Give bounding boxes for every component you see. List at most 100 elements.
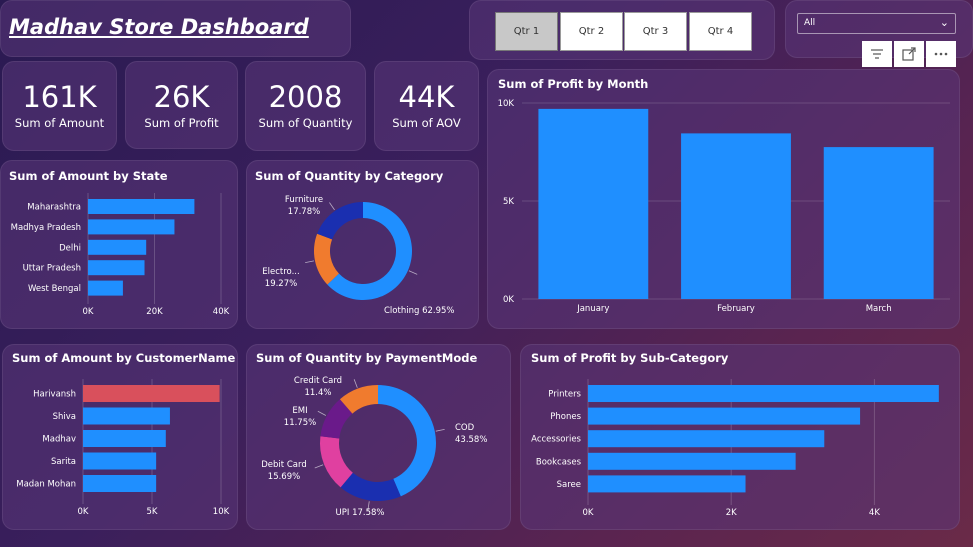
donut-slice[interactable] bbox=[314, 233, 340, 285]
bar[interactable] bbox=[83, 407, 170, 425]
quantity-by-category-card: Sum of Quantity by Category Furniture 17.… bbox=[246, 160, 479, 329]
bar[interactable] bbox=[88, 260, 145, 276]
slice-label: Debit Card bbox=[261, 460, 306, 470]
y-tick-label: 10K bbox=[498, 99, 515, 109]
bar[interactable] bbox=[588, 475, 746, 493]
dashboard-title: Madhav Store Dashboard bbox=[9, 15, 309, 39]
kpi-label: Sum of Amount bbox=[14, 116, 105, 130]
filter-icon[interactable] bbox=[862, 41, 892, 67]
leader-line bbox=[305, 260, 315, 264]
qtr-2-button[interactable]: Qtr 2 bbox=[560, 12, 623, 51]
category-label: Madhya Pradesh bbox=[11, 223, 81, 233]
kpi-card-quantity: 2008 Sum of Quantity bbox=[245, 61, 366, 151]
slice-percent: 43.58% bbox=[455, 435, 487, 445]
kpi-card-aov: 44K Sum of AOV bbox=[374, 61, 479, 151]
category-label: January bbox=[576, 304, 609, 314]
bar[interactable] bbox=[83, 385, 220, 402]
x-tick-label: 0K bbox=[78, 507, 89, 517]
slicer-value: All bbox=[804, 18, 816, 28]
quantity-by-category-chart: Furniture 17.78% Electro... 19.27% Clothing … bbox=[262, 195, 454, 316]
bar[interactable] bbox=[588, 407, 861, 425]
y-tick-label: 5K bbox=[503, 197, 514, 207]
bar[interactable] bbox=[588, 452, 796, 470]
bar[interactable] bbox=[538, 108, 649, 299]
category-label: Harivansh bbox=[33, 390, 76, 400]
slice-label: Electro... bbox=[262, 267, 299, 277]
quarter-slicer: Qtr 1 Qtr 2 Qtr 3 Qtr 4 bbox=[469, 0, 775, 60]
kpi-label: Sum of Quantity bbox=[258, 116, 353, 130]
leader-line bbox=[353, 379, 358, 388]
category-label: Sarita bbox=[51, 457, 76, 467]
category-label: Accessories bbox=[531, 435, 581, 445]
slice-percent: 11.75% bbox=[284, 418, 316, 428]
bar[interactable] bbox=[83, 430, 166, 447]
bar[interactable] bbox=[88, 199, 195, 214]
category-label: Phones bbox=[550, 412, 581, 422]
bar[interactable] bbox=[88, 239, 147, 255]
leader-line bbox=[329, 202, 335, 211]
donut-slice[interactable] bbox=[317, 202, 363, 240]
bar[interactable] bbox=[588, 430, 825, 448]
quantity-by-payment-chart: COD 43.58% UPI 17.58% Debit Card 15.69% EMI 11… bbox=[261, 376, 487, 518]
qtr-3-button[interactable]: Qtr 3 bbox=[624, 12, 687, 51]
category-label: Madhav bbox=[42, 435, 76, 445]
more-options-icon[interactable] bbox=[926, 41, 956, 67]
category-label: Uttar Pradesh bbox=[23, 264, 81, 274]
kpi-value: 26K bbox=[153, 80, 210, 114]
profit-by-subcategory-card: Sum of Profit by Sub-Category 0K 2K 4K Prin… bbox=[520, 344, 960, 530]
x-tick-label: 20K bbox=[146, 307, 163, 317]
amount-by-state-card: Sum of Amount by State 0K 20K 40K Maharasht… bbox=[0, 160, 238, 329]
slice-label: COD bbox=[455, 423, 475, 433]
x-tick-label: 2K bbox=[726, 508, 737, 518]
bar[interactable] bbox=[88, 219, 175, 235]
slice-label: UPI 17.58% bbox=[336, 508, 385, 518]
slice-percent: 11.4% bbox=[304, 388, 331, 398]
title-card: Madhav Store Dashboard bbox=[0, 0, 351, 57]
category-label: Printers bbox=[548, 390, 581, 400]
slice-label: Credit Card bbox=[294, 376, 342, 386]
kpi-label: Sum of Profit bbox=[144, 116, 219, 130]
qtr-4-button[interactable]: Qtr 4 bbox=[689, 12, 752, 51]
profit-by-month-chart: 0K 5K 10K January February March bbox=[498, 99, 950, 314]
profit-by-month-card: Sum of Profit by Month 0K 5K 10K January Feb… bbox=[487, 69, 960, 329]
slice-label: EMI bbox=[292, 406, 307, 416]
amount-by-customer-chart: 0K 5K 10K Harivansh Shiva Madhav Sarita Madan M… bbox=[16, 379, 230, 517]
bar[interactable] bbox=[88, 280, 123, 296]
slice-label: Furniture bbox=[285, 195, 323, 205]
x-tick-label: 10K bbox=[213, 507, 230, 517]
x-tick-label: 0K bbox=[583, 508, 594, 518]
qtr-1-button[interactable]: Qtr 1 bbox=[495, 12, 558, 51]
profit-by-subcategory-chart: 0K 2K 4K Printers Phones Accessories Bookcases… bbox=[531, 379, 939, 518]
bar[interactable] bbox=[681, 133, 791, 299]
slicer-dropdown[interactable]: All ⌄ bbox=[797, 13, 956, 34]
donut-slice[interactable] bbox=[378, 385, 436, 497]
slice-percent: 15.69% bbox=[268, 472, 300, 482]
category-label: Saree bbox=[557, 480, 581, 490]
x-tick-label: 0K bbox=[83, 307, 94, 317]
kpi-card-profit: 26K Sum of Profit bbox=[125, 61, 238, 149]
visual-header-toolbar bbox=[862, 41, 958, 67]
x-tick-label: 5K bbox=[147, 507, 158, 517]
bar[interactable] bbox=[823, 147, 934, 299]
category-label: Madan Mohan bbox=[16, 480, 76, 490]
focus-mode-icon[interactable] bbox=[894, 41, 924, 67]
leader-line bbox=[314, 464, 324, 469]
category-label: Shiva bbox=[53, 412, 76, 422]
kpi-value: 161K bbox=[22, 80, 97, 114]
y-tick-label: 0K bbox=[503, 295, 514, 305]
x-tick-label: 40K bbox=[213, 307, 230, 317]
category-label: March bbox=[866, 304, 892, 314]
kpi-label: Sum of AOV bbox=[392, 116, 461, 130]
category-label: February bbox=[717, 304, 755, 314]
category-label: Maharashtra bbox=[27, 203, 81, 213]
leader-line bbox=[435, 428, 445, 432]
chevron-down-icon: ⌄ bbox=[939, 16, 949, 29]
donut-slice[interactable] bbox=[340, 472, 401, 501]
category-label: Delhi bbox=[59, 243, 81, 253]
quantity-by-payment-card: Sum of Quantity by PaymentMode COD 43.58%… bbox=[246, 344, 511, 530]
amount-by-customer-card: Sum of Amount by CustomerName 0K 5K 10K Har… bbox=[2, 344, 238, 530]
kpi-value: 2008 bbox=[268, 80, 343, 114]
bar[interactable] bbox=[588, 385, 939, 402]
bar[interactable] bbox=[83, 452, 157, 470]
bar[interactable] bbox=[83, 475, 157, 492]
